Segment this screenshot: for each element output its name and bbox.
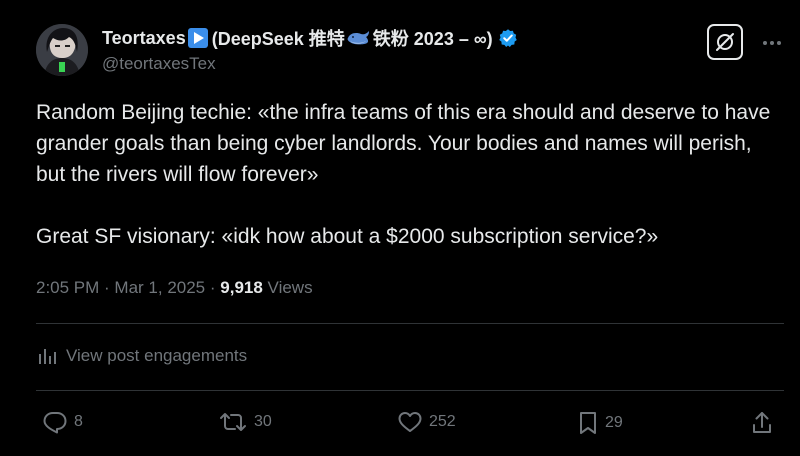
author-name-suffix: (DeepSeek 推特 bbox=[211, 29, 345, 49]
divider bbox=[36, 323, 784, 324]
author-name-tail: 铁粉 2023 – ∞) bbox=[372, 29, 493, 49]
author-name-text: Teortaxes bbox=[102, 27, 186, 48]
heart-icon bbox=[397, 410, 423, 434]
meta-separator: · bbox=[205, 278, 221, 297]
view-engagements-label: View post engagements bbox=[66, 346, 248, 365]
views-count: 9,918 bbox=[220, 278, 263, 297]
author-name[interactable]: Teortaxes (DeepSeek 推特 铁粉 2023 – ∞) bbox=[102, 26, 518, 50]
post-text: Random Beijing techie: «the infra teams … bbox=[36, 97, 776, 252]
reply-icon bbox=[42, 410, 68, 434]
view-engagements-link[interactable]: View post engagements bbox=[36, 346, 247, 366]
post-paragraph-2: Great SF visionary: «idk how about a $20… bbox=[36, 225, 659, 248]
share-button[interactable] bbox=[751, 410, 773, 436]
whale-emoji-icon bbox=[347, 30, 371, 46]
bookmark-icon bbox=[577, 410, 599, 436]
like-count: 252 bbox=[429, 413, 456, 430]
bookmark-button[interactable]: 29 bbox=[577, 410, 623, 436]
verified-badge-icon[interactable] bbox=[498, 28, 518, 48]
post-date[interactable]: Mar 1, 2025 bbox=[114, 278, 205, 297]
grok-icon bbox=[714, 31, 736, 53]
post-time[interactable]: 2:05 PM bbox=[36, 278, 99, 297]
reply-count: 8 bbox=[74, 413, 83, 430]
repost-button[interactable]: 30 bbox=[218, 410, 272, 434]
repost-icon bbox=[218, 410, 248, 434]
grok-button[interactable] bbox=[707, 24, 743, 60]
repost-count: 30 bbox=[254, 413, 272, 430]
views-label: Views bbox=[267, 278, 313, 297]
more-button[interactable] bbox=[760, 33, 784, 53]
reply-button[interactable]: 8 bbox=[42, 410, 83, 434]
bar-chart-icon bbox=[36, 346, 58, 366]
share-icon bbox=[751, 410, 773, 436]
author-handle[interactable]: @teortaxesTex bbox=[102, 54, 216, 74]
play-button-emoji-icon bbox=[187, 28, 208, 48]
bookmark-count: 29 bbox=[605, 414, 623, 431]
post-meta: 2:05 PM · Mar 1, 2025 · 9,918 Views bbox=[36, 278, 313, 298]
post: Teortaxes (DeepSeek 推特 铁粉 2023 – ∞) @teo… bbox=[0, 0, 800, 456]
like-button[interactable]: 252 bbox=[397, 410, 456, 434]
avatar[interactable] bbox=[36, 24, 88, 76]
meta-separator: · bbox=[99, 278, 115, 297]
divider bbox=[36, 390, 784, 391]
more-icon bbox=[762, 40, 782, 46]
post-paragraph-1: Random Beijing techie: «the infra teams … bbox=[36, 101, 771, 186]
